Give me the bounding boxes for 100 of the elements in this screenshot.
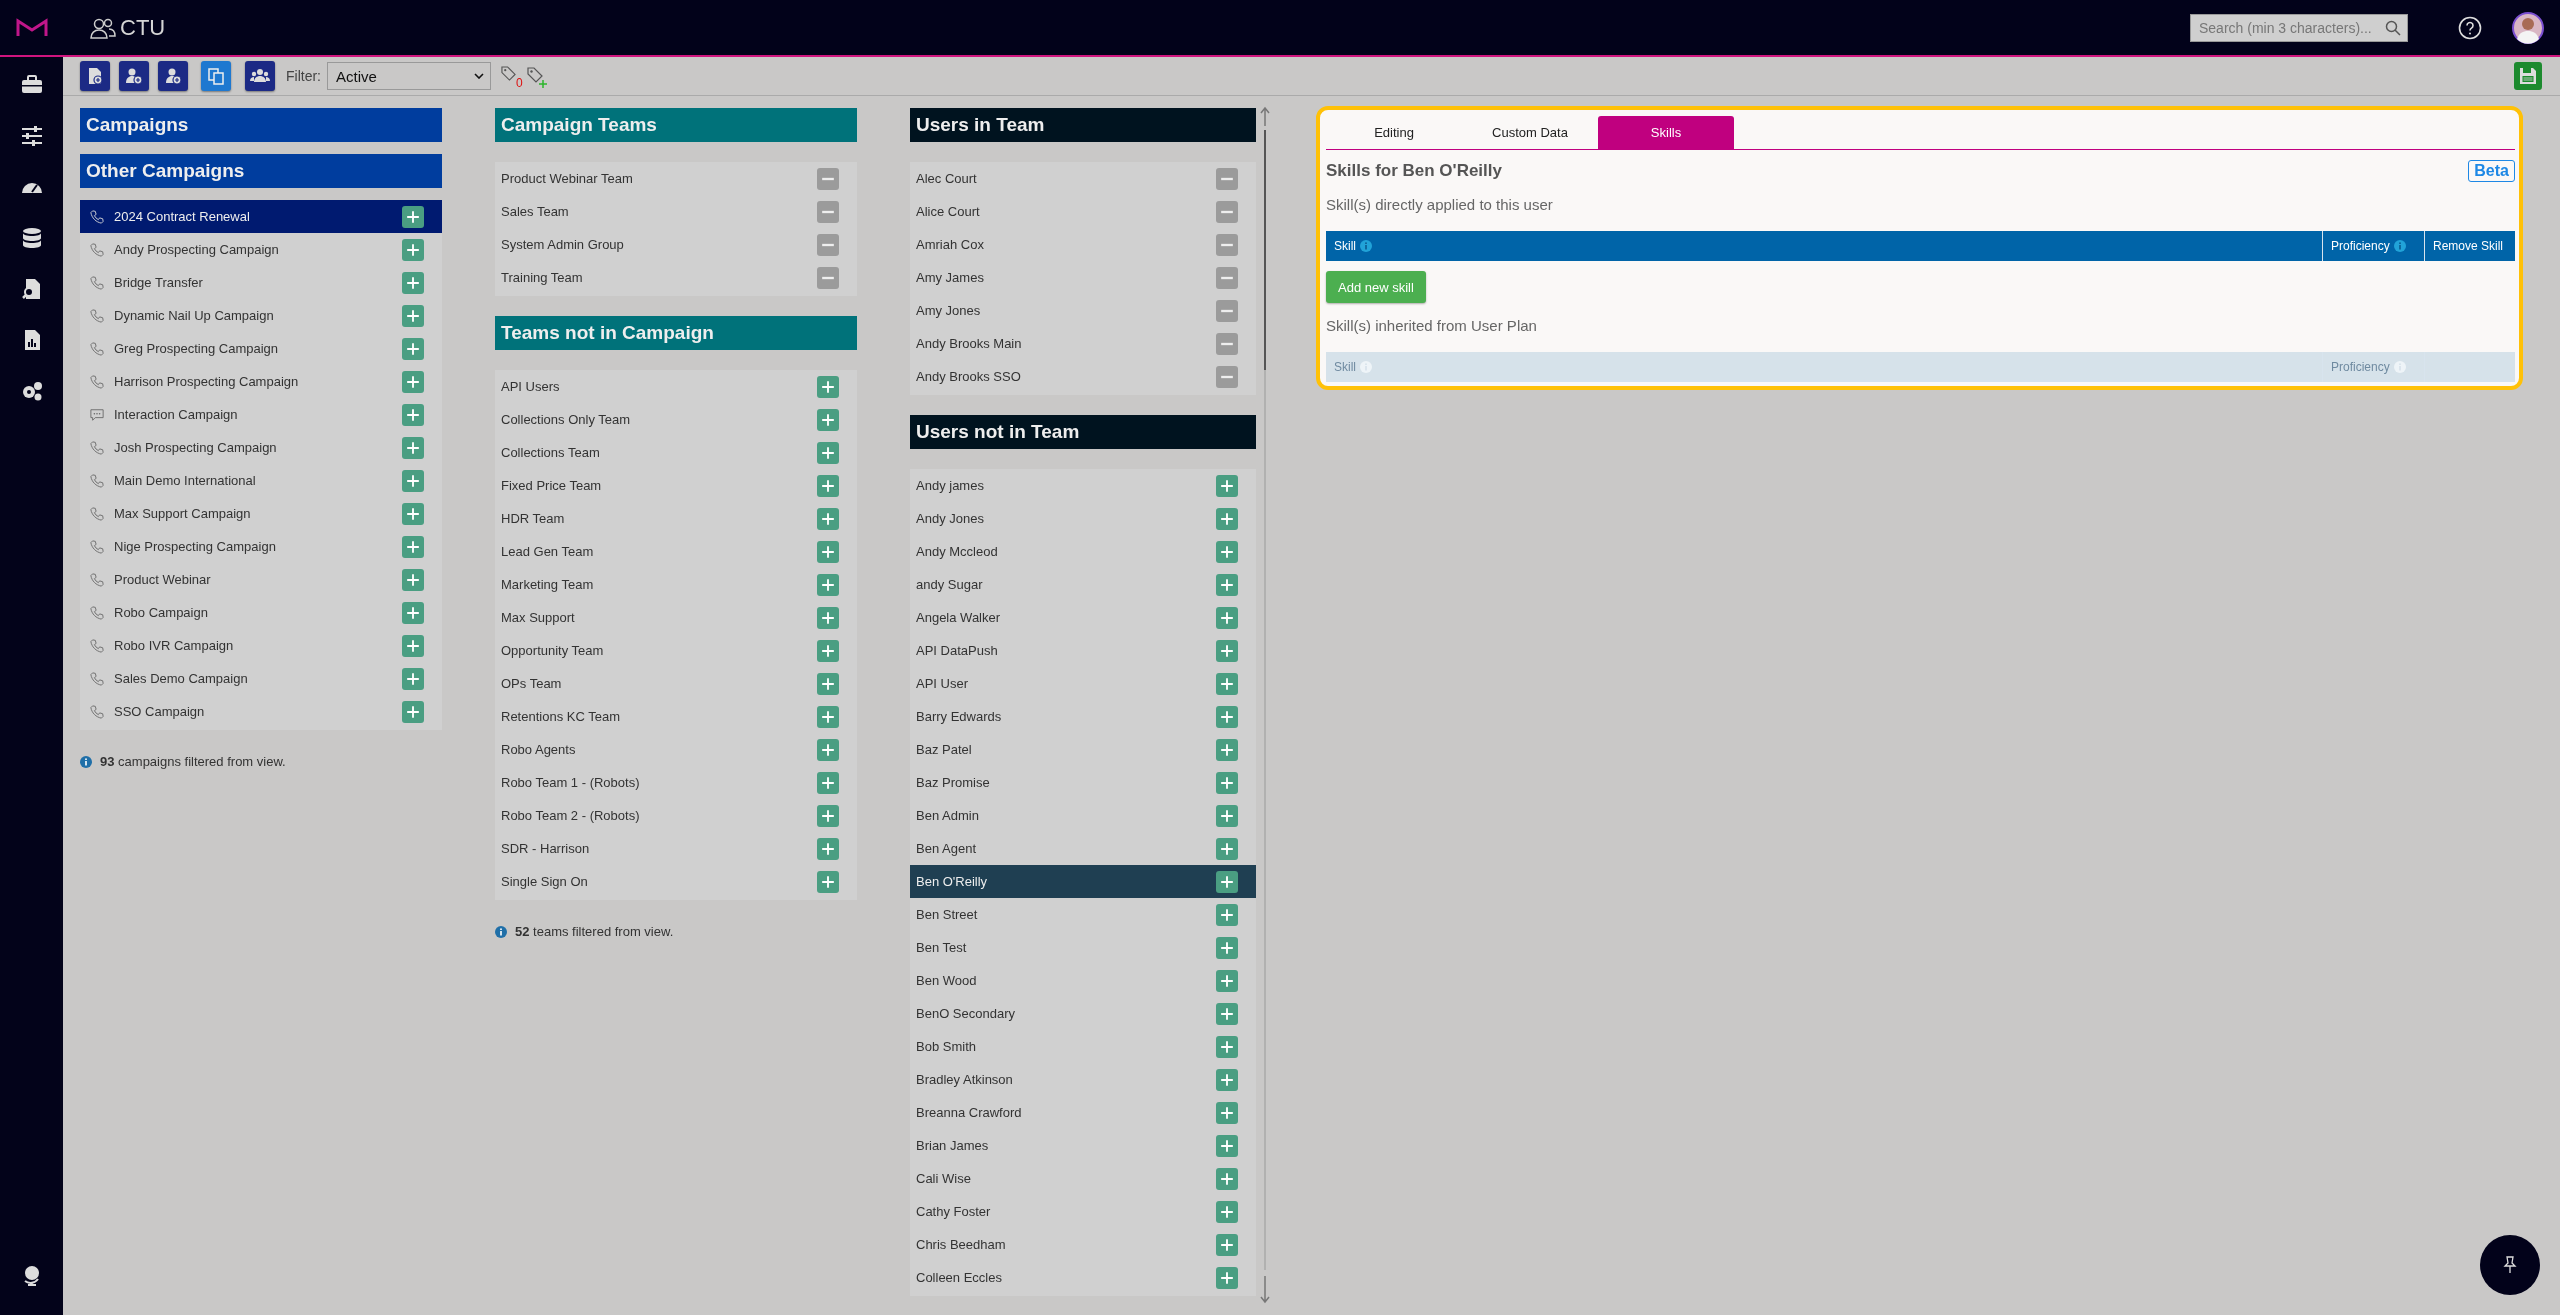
user-row[interactable]: Chris Beedham [910, 1228, 1256, 1261]
sliders-icon[interactable] [19, 124, 44, 148]
team-button[interactable] [245, 61, 275, 91]
campaign-row[interactable]: Robo IVR Campaign [80, 629, 442, 662]
remove-button[interactable] [1216, 266, 1238, 289]
user-row[interactable]: Ben Test [910, 931, 1256, 964]
user-row[interactable]: Andy Jones [910, 502, 1256, 535]
tag-add-icon[interactable] [526, 67, 549, 89]
campaign-row[interactable]: Interaction Campaign [80, 398, 442, 431]
user-row[interactable]: Bradley Atkinson [910, 1063, 1256, 1096]
campaign-row[interactable]: Andy Prospecting Campaign [80, 233, 442, 266]
add-users-button[interactable] [119, 61, 149, 91]
user-row[interactable]: Ben Agent [910, 832, 1256, 865]
team-row[interactable]: Single Sign On [495, 865, 857, 898]
tab[interactable]: Skills [1598, 116, 1734, 149]
user-row[interactable]: Baz Patel [910, 733, 1256, 766]
user-row[interactable]: andy Sugar [910, 568, 1256, 601]
user-row[interactable]: Ben Wood [910, 964, 1256, 997]
remove-button[interactable] [1216, 233, 1238, 256]
user-row[interactable]: Ben O'Reilly [910, 865, 1256, 898]
user-row[interactable]: BenO Secondary [910, 997, 1256, 1030]
logo-icon[interactable] [16, 17, 48, 38]
remove-button[interactable] [817, 200, 839, 223]
user-row[interactable]: Amriah Cox [910, 228, 1256, 261]
team-row[interactable]: Product Webinar Team [495, 162, 857, 195]
remove-button[interactable] [1216, 167, 1238, 190]
remove-button[interactable] [1216, 365, 1238, 388]
user-row[interactable]: Alice Court [910, 195, 1256, 228]
remove-button[interactable] [817, 233, 839, 256]
team-row[interactable]: Robo Agents [495, 733, 857, 766]
campaign-row[interactable]: Max Support Campaign [80, 497, 442, 530]
team-row[interactable]: System Admin Group [495, 228, 857, 261]
team-row[interactable]: HDR Team [495, 502, 857, 535]
remove-button[interactable] [1216, 299, 1238, 322]
team-row[interactable]: Robo Team 2 - (Robots) [495, 799, 857, 832]
team-row[interactable]: API Users [495, 370, 857, 403]
team-row[interactable]: Retentions KC Team [495, 700, 857, 733]
campaign-row[interactable]: 2024 Contract Renewal [80, 200, 442, 233]
user-row[interactable]: Brian James [910, 1129, 1256, 1162]
team-row[interactable]: Training Team [495, 261, 857, 294]
user-row[interactable]: Alec Court [910, 162, 1256, 195]
remove-button[interactable] [1216, 200, 1238, 223]
tab[interactable]: Editing [1326, 116, 1462, 149]
add-button[interactable] [1216, 870, 1238, 893]
team-row[interactable]: OPs Team [495, 667, 857, 700]
user-row[interactable]: Barry Edwards [910, 700, 1256, 733]
scrollbar[interactable] [1260, 106, 1270, 1306]
search-field[interactable]: Search (min 3 characters)... [2190, 13, 2408, 42]
user-row[interactable]: Ben Admin [910, 799, 1256, 832]
campaign-row[interactable]: Dynamic Nail Up Campaign [80, 299, 442, 332]
user-row[interactable]: Colleen Eccles [910, 1261, 1256, 1294]
user-row[interactable]: Amy James [910, 261, 1256, 294]
remove-button[interactable] [817, 266, 839, 289]
remove-button[interactable] [1216, 332, 1238, 355]
team-row[interactable]: Collections Team [495, 436, 857, 469]
user-row[interactable]: Cathy Foster [910, 1195, 1256, 1228]
tab[interactable]: Custom Data [1462, 116, 1598, 149]
campaign-row[interactable]: Nige Prospecting Campaign [80, 530, 442, 563]
search-icon[interactable] [2385, 19, 2401, 36]
campaign-row[interactable]: Main Demo International [80, 464, 442, 497]
campaign-row[interactable]: Harrison Prospecting Campaign [80, 365, 442, 398]
tag-icon[interactable] [501, 65, 516, 81]
user-row[interactable]: Andy Brooks Main [910, 327, 1256, 360]
save-button[interactable] [2514, 62, 2542, 90]
user-row[interactable]: API User [910, 667, 1256, 700]
campaign-row[interactable]: SSO Campaign [80, 695, 442, 728]
campaign-row[interactable]: Josh Prospecting Campaign [80, 431, 442, 464]
team-row[interactable]: Lead Gen Team [495, 535, 857, 568]
team-row[interactable]: Sales Team [495, 195, 857, 228]
campaign-row[interactable]: Bridge Transfer [80, 266, 442, 299]
user-row[interactable]: Bob Smith [910, 1030, 1256, 1063]
team-row[interactable]: Collections Only Team [495, 403, 857, 436]
team-row[interactable]: Robo Team 1 - (Robots) [495, 766, 857, 799]
campaign-row[interactable]: Greg Prospecting Campaign [80, 332, 442, 365]
user-row[interactable]: Amy Jones [910, 294, 1256, 327]
user-row[interactable]: Ben Street [910, 898, 1256, 931]
user-row[interactable]: API DataPush [910, 634, 1256, 667]
user-row[interactable]: Baz Promise [910, 766, 1256, 799]
copy-button[interactable] [201, 61, 231, 91]
filter-dropdown[interactable]: Active [327, 62, 491, 90]
add-button[interactable] [402, 205, 424, 228]
help-icon[interactable] [2458, 15, 2482, 40]
team-row[interactable]: Marketing Team [495, 568, 857, 601]
team-row[interactable]: Fixed Price Team [495, 469, 857, 502]
new-document-button[interactable] [80, 61, 110, 91]
campaign-row[interactable]: Robo Campaign [80, 596, 442, 629]
team-row[interactable]: SDR - Harrison [495, 832, 857, 865]
team-row[interactable]: Max Support [495, 601, 857, 634]
avatar[interactable] [2512, 11, 2544, 44]
add-user-button[interactable] [158, 61, 188, 91]
user-row[interactable]: Breanna Crawford [910, 1096, 1256, 1129]
team-row[interactable]: Opportunity Team [495, 634, 857, 667]
user-row[interactable]: Angela Walker [910, 601, 1256, 634]
campaign-row[interactable]: Sales Demo Campaign [80, 662, 442, 695]
remove-button[interactable] [817, 167, 839, 190]
campaign-row[interactable]: Product Webinar [80, 563, 442, 596]
pin-button[interactable] [2480, 1235, 2540, 1295]
user-row[interactable]: Andy james [910, 469, 1256, 502]
user-row[interactable]: Andy Brooks SSO [910, 360, 1256, 393]
user-row[interactable]: Andy Mccleod [910, 535, 1256, 568]
